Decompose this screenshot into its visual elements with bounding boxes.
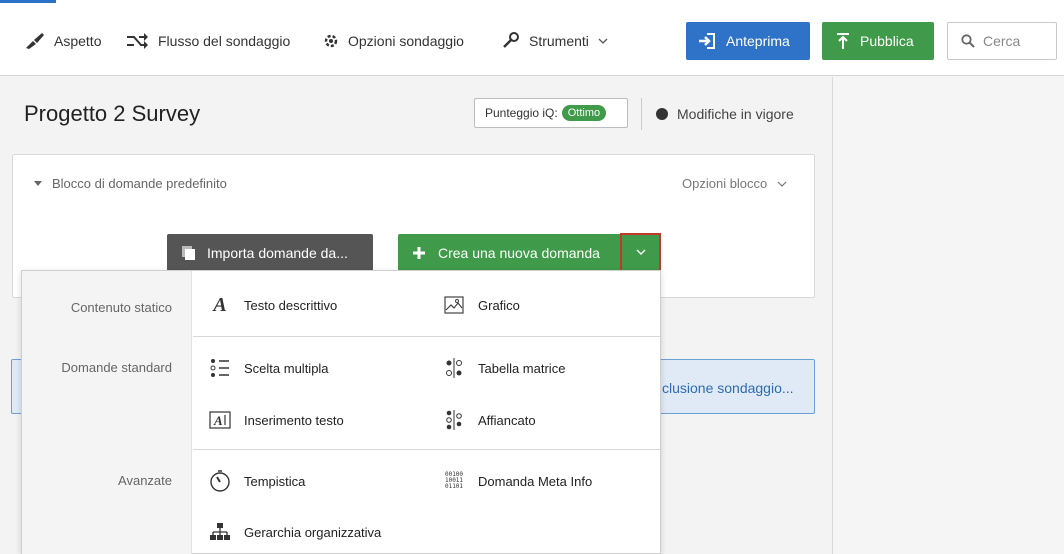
publish-label: Pubblica xyxy=(860,33,914,49)
menu-item-meta-info[interactable]: 00100 10011 01101 Domanda Meta Info xyxy=(442,469,592,493)
matrix-grid-icon xyxy=(442,356,466,380)
top-toolbar: Aspetto Flusso del sondaggio Opzioni son… xyxy=(0,0,1064,76)
menu-separator xyxy=(193,336,662,337)
menu-item-graphic[interactable]: Grafico xyxy=(442,293,520,317)
image-icon xyxy=(442,293,466,317)
italic-a-icon: A xyxy=(213,293,227,316)
search-placeholder: Cerca xyxy=(983,33,1021,49)
menu-item-label: Grafico xyxy=(478,297,520,313)
iq-score-badge[interactable]: Punteggio iQ: Ottimo xyxy=(474,98,628,128)
aspect-label: Aspetto xyxy=(54,33,102,49)
import-questions-button[interactable]: Importa domande da... xyxy=(167,234,373,271)
chevron-down-icon xyxy=(777,181,787,187)
collapse-triangle-icon xyxy=(34,181,42,186)
chevron-down-icon xyxy=(636,249,645,255)
header-divider xyxy=(641,98,642,130)
gear-icon xyxy=(324,34,338,48)
menu-item-label: Tabella matrice xyxy=(478,360,566,376)
menu-item-label: Tempistica xyxy=(244,473,306,489)
iq-score-value: Ottimo xyxy=(561,105,607,121)
menu-item-label: Inserimento testo xyxy=(244,412,344,428)
publish-upload-icon xyxy=(837,33,849,49)
changes-status-label: Modifiche in vigore xyxy=(677,106,794,122)
menu-item-timing[interactable]: Tempistica xyxy=(208,469,305,493)
survey-flow-label: Flusso del sondaggio xyxy=(158,33,291,49)
menu-item-label: Affiancato xyxy=(478,412,536,428)
status-dot-icon xyxy=(656,108,668,120)
aspect-tab[interactable]: Aspetto xyxy=(24,31,101,51)
menu-item-label: Scelta multipla xyxy=(244,360,329,376)
tools-menu[interactable]: Strumenti xyxy=(501,31,617,51)
chevron-down-icon xyxy=(598,38,608,44)
page-title: Progetto 2 Survey xyxy=(24,101,201,126)
menu-separator xyxy=(193,449,662,450)
publish-button[interactable]: Pubblica xyxy=(822,22,934,60)
text-entry-icon: A xyxy=(208,408,232,432)
survey-flow-tab[interactable]: Flusso del sondaggio xyxy=(126,31,290,51)
question-type-menu: Contenuto statico Domande standard Avanz… xyxy=(21,270,662,554)
svg-text:A: A xyxy=(213,413,223,428)
preview-button[interactable]: Anteprima xyxy=(686,22,810,60)
preview-exit-icon xyxy=(699,33,715,49)
menu-item-matrix-table[interactable]: Tabella matrice xyxy=(442,356,565,380)
search-field[interactable]: Cerca xyxy=(947,22,1057,60)
menu-item-side-by-side[interactable]: Affiancato xyxy=(442,408,536,432)
iq-score-label: Punteggio iQ: xyxy=(485,106,558,120)
tools-label: Strumenti xyxy=(529,33,589,49)
right-side-panel xyxy=(832,77,1064,554)
flow-shuffle-icon xyxy=(127,33,148,49)
copy-pages-icon xyxy=(182,245,195,260)
changes-status: Modifiche in vigore xyxy=(656,106,794,122)
active-tab-indicator xyxy=(0,0,56,3)
menu-item-descriptive-text[interactable]: A Testo descrittivo xyxy=(208,293,337,317)
search-icon xyxy=(961,34,975,48)
category-standard-questions: Domande standard xyxy=(61,360,172,375)
menu-item-multiple-choice[interactable]: Scelta multipla xyxy=(208,356,329,380)
side-by-side-icon xyxy=(442,408,466,432)
plus-icon xyxy=(413,246,425,259)
stopwatch-icon xyxy=(208,469,232,493)
create-question-button[interactable]: Crea una nuova domanda xyxy=(398,234,620,271)
category-static-content: Contenuto statico xyxy=(70,300,172,315)
block-header[interactable]: Blocco di domande predefinito xyxy=(34,176,227,191)
preview-label: Anteprima xyxy=(726,33,790,49)
multiple-choice-icon xyxy=(208,356,232,380)
survey-options-tab[interactable]: Opzioni sondaggio xyxy=(322,31,464,51)
import-questions-label: Importa domande da... xyxy=(207,244,348,261)
paintbrush-icon xyxy=(26,33,44,49)
create-question-label: Crea una nuova domanda xyxy=(438,244,600,261)
menu-item-text-entry[interactable]: A Inserimento testo xyxy=(208,408,344,432)
block-options-label: Opzioni blocco xyxy=(682,176,768,191)
org-chart-icon xyxy=(208,520,232,544)
block-options-menu[interactable]: Opzioni blocco xyxy=(682,176,787,191)
end-of-survey-label[interactable]: clusione sondaggio... xyxy=(662,380,794,396)
create-question-dropdown-toggle[interactable] xyxy=(620,233,661,272)
menu-item-label: Testo descrittivo xyxy=(244,297,338,313)
menu-item-label: Gerarchia organizzativa xyxy=(244,524,382,540)
binary-code-icon: 00100 10011 01101 xyxy=(444,471,464,490)
menu-item-org-hierarchy[interactable]: Gerarchia organizzativa xyxy=(208,520,381,544)
menu-item-label: Domanda Meta Info xyxy=(478,473,593,489)
block-title-label: Blocco di domande predefinito xyxy=(52,176,227,191)
survey-options-label: Opzioni sondaggio xyxy=(348,33,464,49)
wrench-icon xyxy=(503,32,519,48)
category-advanced: Avanzate xyxy=(118,473,172,488)
